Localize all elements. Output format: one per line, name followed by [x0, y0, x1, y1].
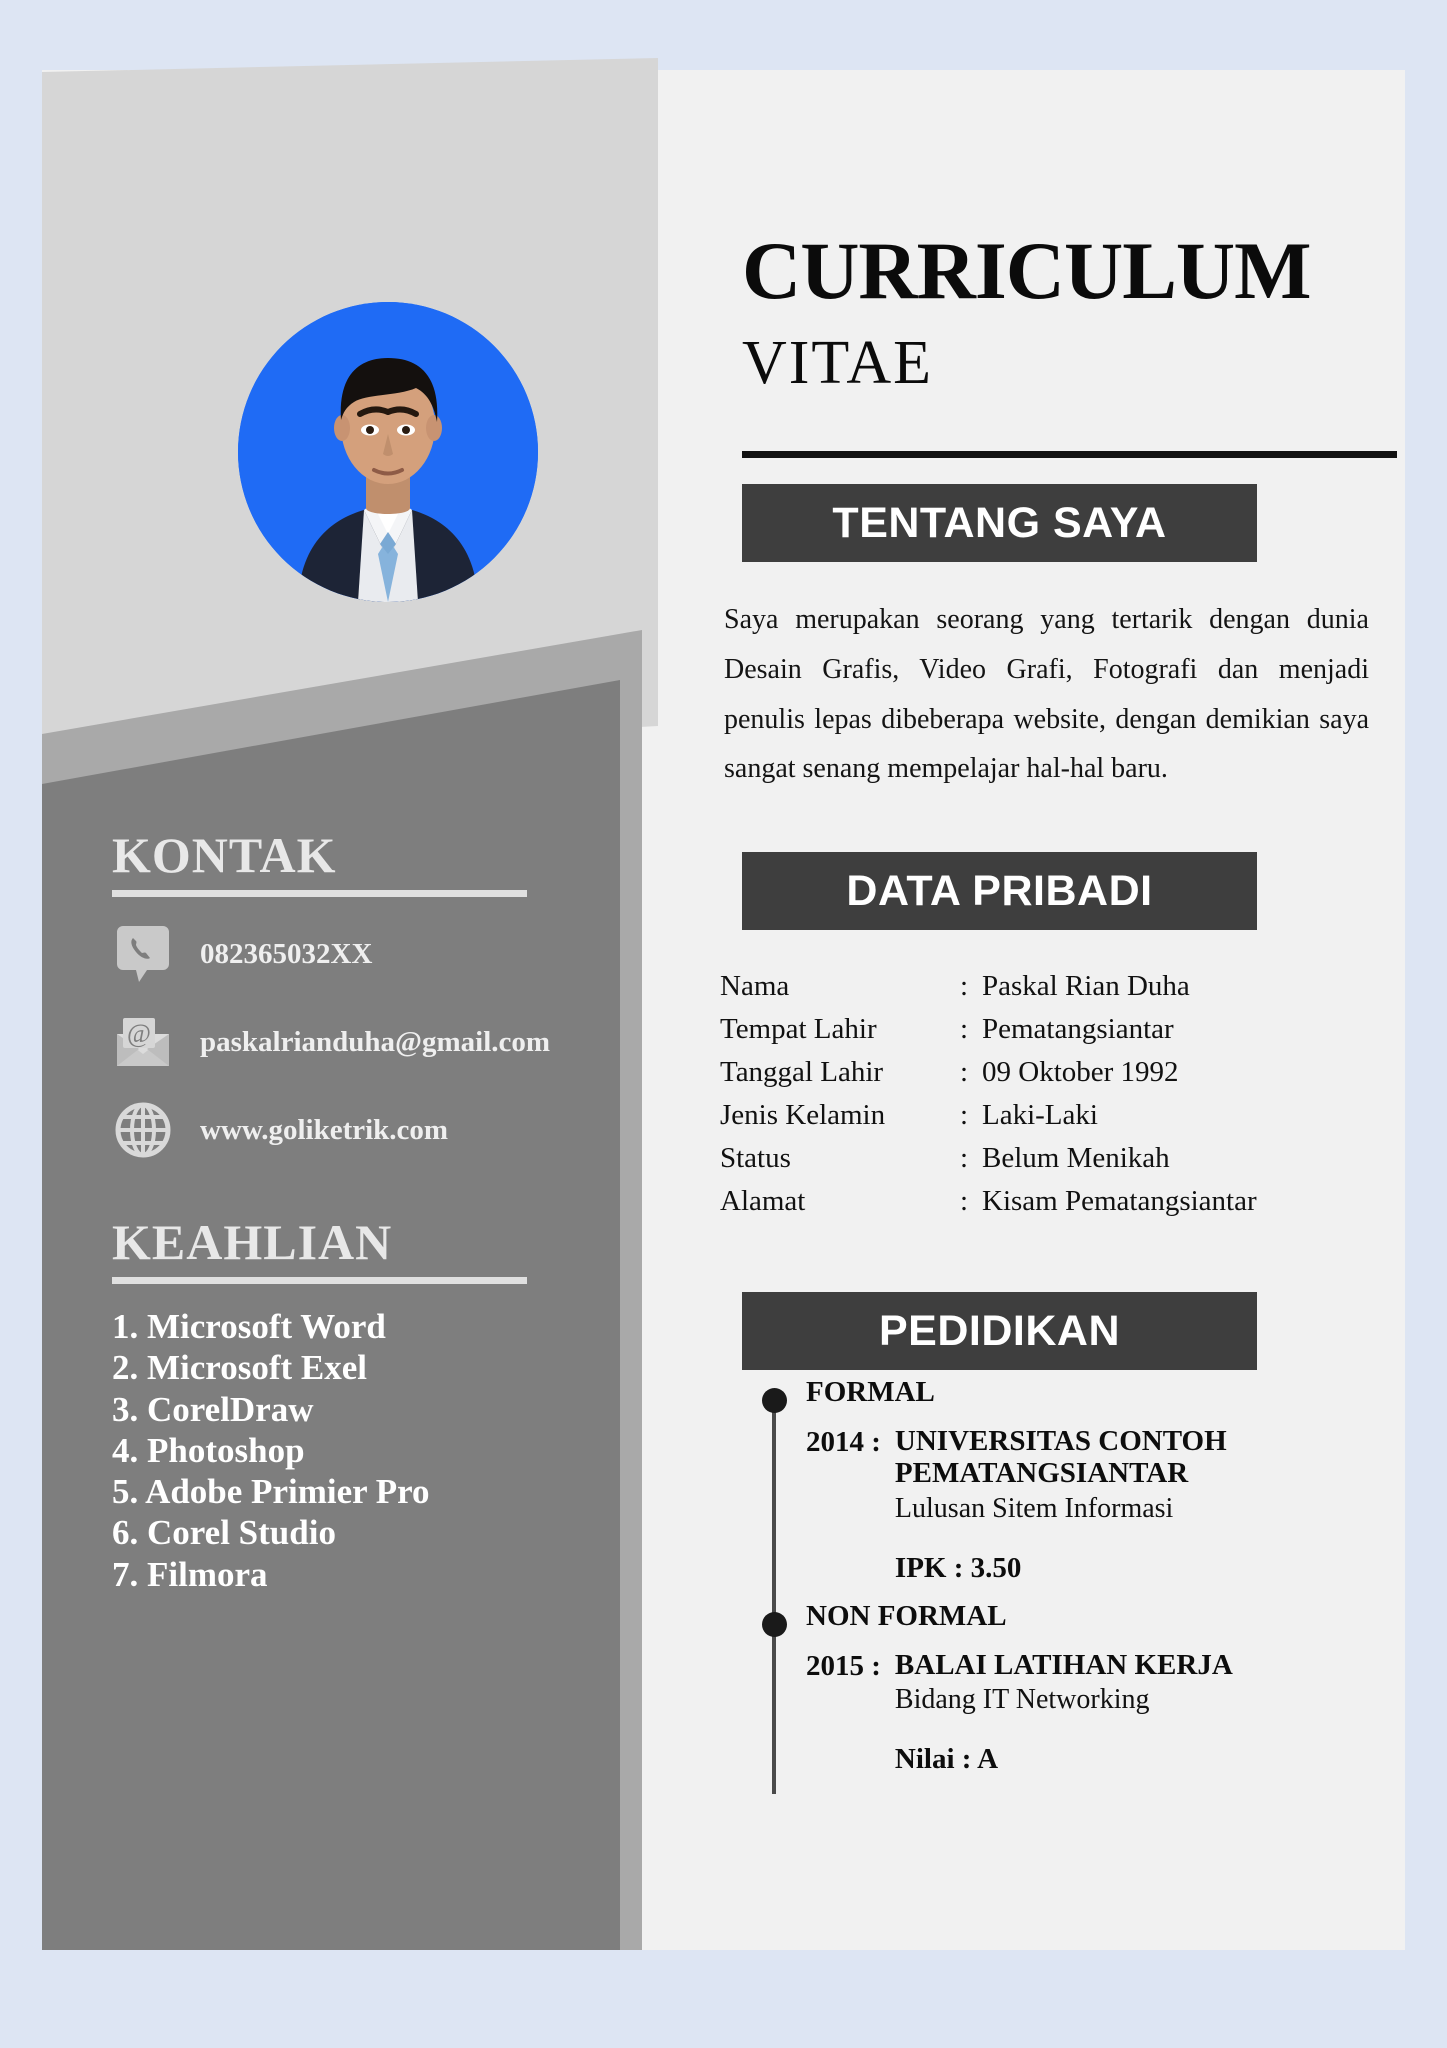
section-header-personal-label: DATA PRIBADI	[846, 866, 1153, 915]
education-kind: FORMAL	[806, 1376, 935, 1408]
timeline-dot-formal	[762, 1388, 787, 1413]
education-year: 2014 :	[806, 1426, 881, 1458]
skills-block: KEAHLIAN 1. Microsoft Word 2. Microsoft …	[112, 1217, 620, 1595]
profile-photo	[238, 302, 538, 602]
keahlian-heading: KEAHLIAN	[112, 1214, 393, 1270]
education-kind: NON FORMAL	[806, 1600, 1007, 1632]
skill-item: 4. Photoshop	[112, 1430, 305, 1470]
personal-value: Belum Menikah	[982, 1142, 1170, 1174]
personal-label: Nama	[720, 970, 790, 1002]
contact-item-website[interactable]: www.goliketrik.com	[112, 1099, 620, 1161]
education-description: Bidang IT Networking	[894, 1684, 1150, 1716]
page-title: CURRICULUM	[742, 225, 1312, 316]
table-row: Jenis Kelamin : Laki-Laki	[720, 1094, 1380, 1137]
personal-separator: :	[960, 1142, 969, 1174]
table-row: Nama : Paskal Rian Duha	[720, 965, 1380, 1008]
personal-separator: :	[960, 1013, 969, 1045]
personal-separator: :	[960, 970, 969, 1002]
table-row: Tempat Lahir : Pematangsiantar	[720, 1008, 1380, 1051]
education-entry-formal: FORMAL 2014 : UNIVERSITAS CONTOH PEMATAN…	[806, 1378, 1227, 1585]
personal-separator: :	[960, 1056, 969, 1088]
section-header-about: TENTANG SAYA	[742, 484, 1257, 562]
skill-item: 3. CorelDraw	[112, 1389, 314, 1429]
profile-photo-image	[238, 302, 538, 602]
section-header-about-label: TENTANG SAYA	[832, 498, 1167, 547]
kontak-divider	[112, 890, 527, 897]
skill-item: 6. Corel Studio	[112, 1513, 336, 1553]
contact-block: KONTAK 082365032XX @ paskalrianduha@gmai…	[112, 830, 620, 1161]
education-institution-line1: BALAI LATIHAN KERJA	[894, 1649, 1233, 1681]
section-header-education-label: PEDIDIKAN	[878, 1306, 1121, 1355]
svg-text:@: @	[127, 1019, 151, 1048]
sidebar: KONTAK 082365032XX @ paskalrianduha@gmai…	[42, 830, 620, 1950]
skill-item: 7. Filmora	[112, 1554, 268, 1594]
table-row: Status : Belum Menikah	[720, 1137, 1380, 1180]
keahlian-divider	[112, 1277, 527, 1284]
education-year: 2015 :	[806, 1650, 881, 1682]
about-paragraph: Saya merupakan seorang yang tertarik den…	[724, 604, 1369, 785]
education-entry-nonformal: NON FORMAL 2015 : BALAI LATIHAN KERJA Bi…	[806, 1602, 1233, 1776]
education-score: Nilai : A	[894, 1743, 999, 1776]
skill-item: 5. Adobe Primier Pro	[112, 1472, 430, 1512]
skill-item: 1. Microsoft Word	[112, 1307, 386, 1346]
personal-value: 09 Oktober 1992	[982, 1056, 1179, 1088]
table-row: Alamat : Kisam Pematangsiantar	[720, 1180, 1380, 1223]
page-subtitle: VITAE	[742, 329, 933, 397]
cv-page: KONTAK 082365032XX @ paskalrianduha@gmai…	[42, 58, 1405, 1950]
personal-separator: :	[960, 1185, 969, 1217]
education-institution-line2: PEMATANGSIANTAR	[894, 1457, 1189, 1490]
personal-data-table: Nama : Paskal Rian Duha Tempat Lahir : P…	[720, 965, 1380, 1223]
timeline-dot-nonformal	[762, 1612, 787, 1637]
skill-item: 2. Microsoft Exel	[112, 1348, 367, 1388]
title-divider	[742, 451, 1397, 458]
section-header-personal: DATA PRIBADI	[742, 852, 1257, 930]
personal-label: Status	[720, 1142, 791, 1174]
personal-value: Laki-Laki	[982, 1099, 1098, 1131]
contact-item-phone[interactable]: 082365032XX	[112, 923, 620, 985]
phone-icon	[112, 923, 174, 985]
personal-label: Alamat	[720, 1185, 806, 1217]
timeline-line	[772, 1394, 776, 1794]
table-row: Tanggal Lahir : 09 Oktober 1992	[720, 1051, 1380, 1094]
section-header-education: PEDIDIKAN	[742, 1292, 1257, 1370]
education-score: IPK : 3.50	[894, 1551, 1022, 1584]
personal-value: Paskal Rian Duha	[982, 970, 1190, 1002]
skill-list: 1. Microsoft Word 2. Microsoft Exel 3. C…	[112, 1306, 620, 1595]
email-icon: @	[112, 1011, 174, 1073]
education-description: Lulusan Sitem Informasi	[894, 1492, 1174, 1524]
personal-label: Tanggal Lahir	[720, 1056, 884, 1088]
personal-separator: :	[960, 1099, 969, 1131]
contact-email-value: paskalrianduha@gmail.com	[200, 1025, 551, 1058]
personal-value: Kisam Pematangsiantar	[982, 1185, 1257, 1217]
contact-website-value: www.goliketrik.com	[200, 1113, 449, 1146]
contact-item-email[interactable]: @ paskalrianduha@gmail.com	[112, 1011, 620, 1073]
personal-label: Jenis Kelamin	[720, 1099, 886, 1131]
personal-value: Pematangsiantar	[982, 1013, 1174, 1045]
kontak-heading: KONTAK	[112, 827, 337, 883]
main-content: CURRICULUM VITAE TENTANG SAYA Saya merup…	[702, 70, 1405, 1950]
education-institution-line1: UNIVERSITAS CONTOH	[894, 1425, 1227, 1457]
contact-phone-value: 082365032XX	[200, 937, 373, 970]
personal-label: Tempat Lahir	[720, 1013, 877, 1045]
globe-icon	[112, 1099, 174, 1161]
